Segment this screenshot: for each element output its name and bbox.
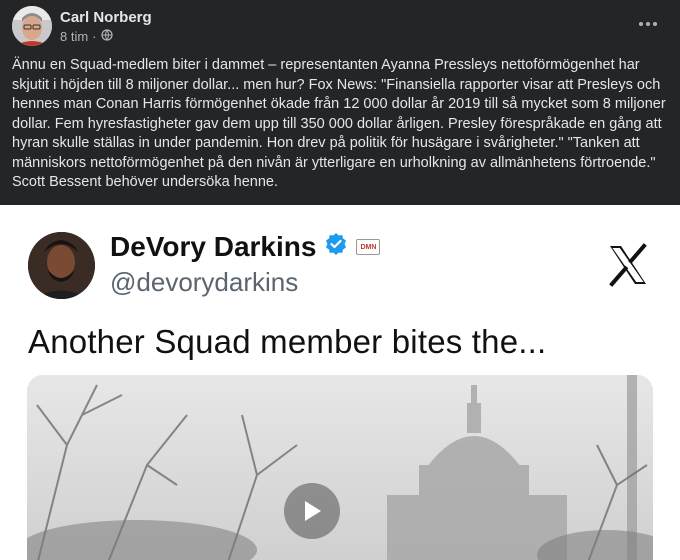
author-name[interactable]: Carl Norberg xyxy=(60,9,152,26)
post-text: Ännu en Squad-medlem biter i dammet – re… xyxy=(12,57,670,190)
verified-badge-icon xyxy=(324,231,348,263)
tweet-text: Another Squad member bites the... xyxy=(28,323,547,360)
post-time[interactable]: 8 tim xyxy=(60,29,88,44)
tweet-author-avatar xyxy=(28,232,95,299)
tweet-author-name: DeVory Darkins DMN xyxy=(110,231,381,263)
globe-icon xyxy=(100,29,113,44)
facebook-post: Carl Norberg 8 tim · Ännu en Squad-medle… xyxy=(0,0,680,560)
author-avatar[interactable] xyxy=(12,6,52,46)
post-header: Carl Norberg 8 tim · xyxy=(0,0,680,52)
meta-separator: · xyxy=(92,29,97,44)
shared-video-preview[interactable]: DeVory Darkins DMN @devorydarkins Anothe… xyxy=(0,205,680,560)
more-options-icon[interactable] xyxy=(634,14,662,34)
play-icon[interactable] xyxy=(284,483,340,539)
x-logo-icon xyxy=(606,243,650,287)
video-thumbnail[interactable] xyxy=(27,375,653,560)
post-meta: 8 tim · xyxy=(60,29,113,44)
tweet-author-name-text: DeVory Darkins xyxy=(110,231,317,262)
dmn-badge-icon: DMN xyxy=(356,239,381,255)
tweet-author-handle: @devorydarkins xyxy=(110,267,299,297)
